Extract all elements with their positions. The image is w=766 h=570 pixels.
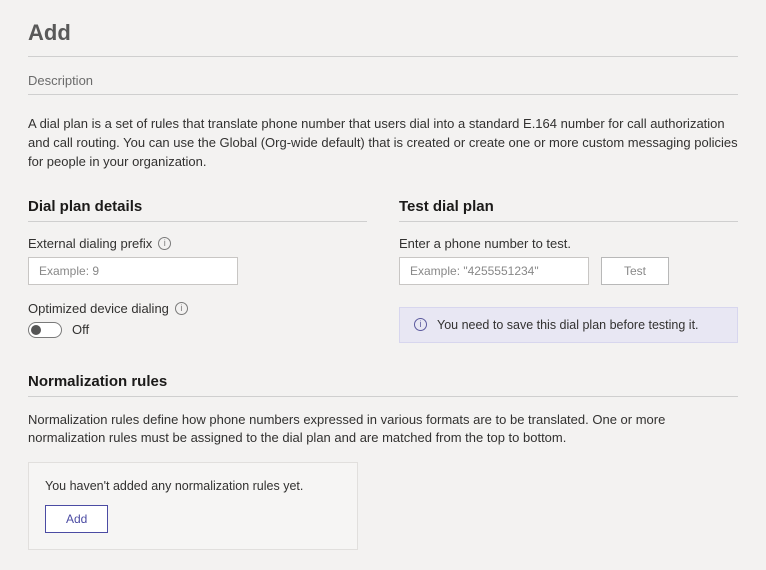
optimized-dialing-label: Optimized device dialing i	[28, 301, 367, 316]
info-icon: i	[414, 318, 427, 331]
optimized-dialing-toggle[interactable]	[28, 322, 62, 338]
toggle-state: Off	[72, 322, 89, 337]
intro-text: A dial plan is a set of rules that trans…	[28, 115, 738, 172]
info-icon[interactable]: i	[158, 237, 171, 250]
normalization-section: Normalization rules Normalization rules …	[28, 373, 738, 551]
test-subheading: Enter a phone number to test.	[399, 236, 738, 251]
details-heading: Dial plan details	[28, 198, 367, 222]
external-prefix-label: External dialing prefix i	[28, 236, 367, 251]
dial-plan-details-section: Dial plan details External dialing prefi…	[28, 198, 367, 343]
page-title: Add	[28, 20, 738, 57]
external-prefix-label-text: External dialing prefix	[28, 236, 152, 251]
save-notice-text: You need to save this dial plan before t…	[437, 318, 699, 332]
toggle-knob	[31, 325, 41, 335]
external-prefix-input[interactable]	[28, 257, 238, 285]
test-button[interactable]: Test	[601, 257, 669, 285]
normalization-description: Normalization rules define how phone num…	[28, 411, 738, 449]
info-icon[interactable]: i	[175, 302, 188, 315]
optimized-dialing-label-text: Optimized device dialing	[28, 301, 169, 316]
description-input[interactable]	[28, 67, 738, 95]
test-heading: Test dial plan	[399, 198, 738, 222]
normalization-heading: Normalization rules	[28, 373, 738, 397]
normalization-empty-text: You haven't added any normalization rule…	[45, 479, 341, 493]
test-dial-plan-section: Test dial plan Enter a phone number to t…	[399, 198, 738, 343]
save-notice: i You need to save this dial plan before…	[399, 307, 738, 343]
normalization-empty-card: You haven't added any normalization rule…	[28, 462, 358, 550]
add-rule-button[interactable]: Add	[45, 505, 108, 533]
test-subheading-text: Enter a phone number to test.	[399, 236, 571, 251]
test-phone-input[interactable]	[399, 257, 589, 285]
